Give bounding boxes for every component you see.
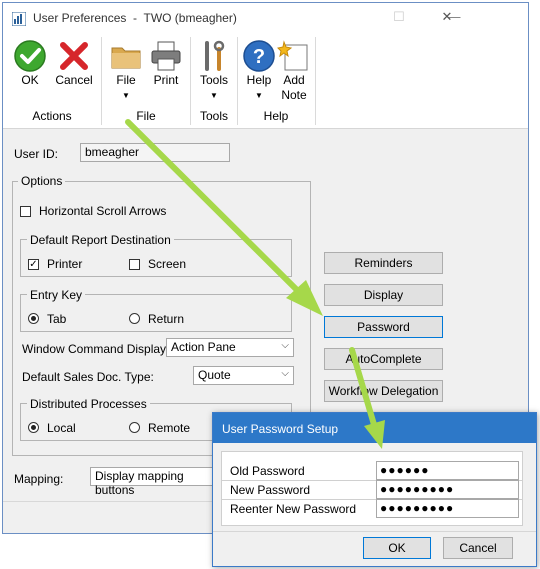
title-bar: User Preferences - TWO (bmeagher) — ☐ ✕ <box>3 3 528 33</box>
old-password-field[interactable]: ●●●●●● <box>376 461 519 480</box>
dialog-ok-button[interactable]: OK <box>363 537 431 559</box>
tab-label: Tab <box>47 312 67 326</box>
cancel-label: Cancel <box>55 73 93 87</box>
help-icon: ? <box>243 40 275 72</box>
old-password-label: Old Password <box>230 464 305 478</box>
return-label: Return <box>148 312 185 326</box>
local-label: Local <box>47 421 76 435</box>
group-label-actions: Actions <box>32 109 72 123</box>
dialog-divider <box>213 531 536 532</box>
app-logo-icon <box>12 12 26 26</box>
cancel-x-icon <box>60 42 88 70</box>
printer-checkbox[interactable]: ✓ <box>28 259 39 270</box>
group-label-help: Help <box>263 109 289 123</box>
dialog-title-bar: User Password Setup <box>213 413 536 443</box>
remote-radio[interactable] <box>129 422 140 433</box>
distributed-processes-title: Distributed Processes <box>27 397 150 411</box>
cancel-button[interactable]: Cancel <box>51 39 97 88</box>
screen-label: Screen <box>148 257 187 271</box>
note-label: Note <box>281 88 307 102</box>
reenter-password-label: Reenter New Password <box>230 502 357 516</box>
printer-label: Printer <box>47 257 83 271</box>
add-label: Add <box>283 73 305 87</box>
reenter-password-field[interactable]: ●●●●●●●●● <box>376 499 519 518</box>
remote-label: Remote <box>148 421 191 435</box>
mapping-value: Display mapping buttons <box>95 469 184 497</box>
ok-check-icon <box>14 40 46 72</box>
add-note-button[interactable]: Add Note <box>275 39 313 103</box>
sales-doc-type-select[interactable]: Quote ⌵ <box>193 366 294 385</box>
chevron-down-icon: ▼ <box>122 91 130 100</box>
svg-text:?: ? <box>253 46 265 68</box>
screen-checkbox[interactable] <box>129 259 140 270</box>
window-title: User Preferences - TWO (bmeagher) <box>33 11 237 25</box>
chevron-down-icon: ▼ <box>210 91 218 100</box>
horizontal-scroll-label: Horizontal Scroll Arrows <box>39 204 167 218</box>
ribbon: OK Cancel Actions File ▼ Print File Tool… <box>3 33 528 129</box>
options-title: Options <box>18 174 66 188</box>
new-password-field[interactable]: ●●●●●●●●● <box>376 480 519 499</box>
mapping-select[interactable]: Display mapping buttons <box>90 467 220 497</box>
window-command-value: Action Pane <box>171 340 236 354</box>
dialog-cancel-button[interactable]: Cancel <box>443 537 513 559</box>
chevron-down-icon: ⌵ <box>281 368 289 379</box>
add-note-icon <box>277 40 308 71</box>
user-id-label: User ID: <box>14 147 59 161</box>
folder-icon <box>111 47 141 69</box>
user-id-field[interactable]: bmeagher <box>80 143 230 162</box>
autocomplete-button[interactable]: AutoComplete <box>324 348 443 370</box>
help-button[interactable]: ? Help ▼ <box>239 39 279 103</box>
ribbon-separator <box>237 37 238 125</box>
tools-button[interactable]: Tools ▼ <box>193 39 235 103</box>
ribbon-separator <box>101 37 102 125</box>
return-radio[interactable] <box>129 313 140 324</box>
maximize-icon[interactable]: ☐ <box>389 8 409 26</box>
tab-radio[interactable] <box>28 313 39 324</box>
horizontal-scroll-checkbox[interactable] <box>20 206 31 217</box>
local-radio[interactable] <box>28 422 39 433</box>
tools-label: Tools <box>199 73 228 87</box>
display-button[interactable]: Display <box>324 284 443 306</box>
password-button[interactable]: Password <box>324 316 443 338</box>
reminders-button[interactable]: Reminders <box>324 252 443 274</box>
ribbon-separator <box>315 37 316 125</box>
ok-label: OK <box>21 73 39 87</box>
sales-doc-type-label: Default Sales Doc. Type: <box>22 370 154 384</box>
print-button[interactable]: Print <box>145 39 187 88</box>
help-label: Help <box>246 73 272 87</box>
ok-button[interactable]: OK <box>7 39 53 88</box>
window-command-select[interactable]: Action Pane ⌵ <box>166 338 294 357</box>
file-label: File <box>116 73 136 87</box>
group-label-tools: Tools <box>199 109 228 123</box>
tools-icon <box>205 40 225 71</box>
workflow-delegation-button[interactable]: Workflow Delegation <box>324 380 443 402</box>
entry-key-title: Entry Key <box>27 288 86 302</box>
chevron-down-icon: ⌵ <box>281 340 289 351</box>
chevron-down-icon: ▼ <box>255 91 263 100</box>
mapping-label: Mapping: <box>14 472 64 486</box>
printer-icon <box>151 41 181 71</box>
password-table: Old Password ●●●●●● New Password ●●●●●●●… <box>221 451 523 526</box>
group-label-file: File <box>136 109 156 123</box>
file-button[interactable]: File ▼ <box>105 39 147 103</box>
report-destination-title: Default Report Destination <box>27 233 174 247</box>
new-password-label: New Password <box>230 483 311 497</box>
window-command-label: Window Command Display <box>22 342 167 356</box>
ribbon-separator <box>190 37 191 125</box>
dialog-title: User Password Setup <box>222 422 339 436</box>
close-icon[interactable]: ✕ <box>437 8 457 26</box>
sales-doc-type-value: Quote <box>198 368 231 382</box>
user-password-setup-dialog: User Password Setup Old Password ●●●●●● … <box>212 412 537 567</box>
print-label: Print <box>153 73 179 87</box>
